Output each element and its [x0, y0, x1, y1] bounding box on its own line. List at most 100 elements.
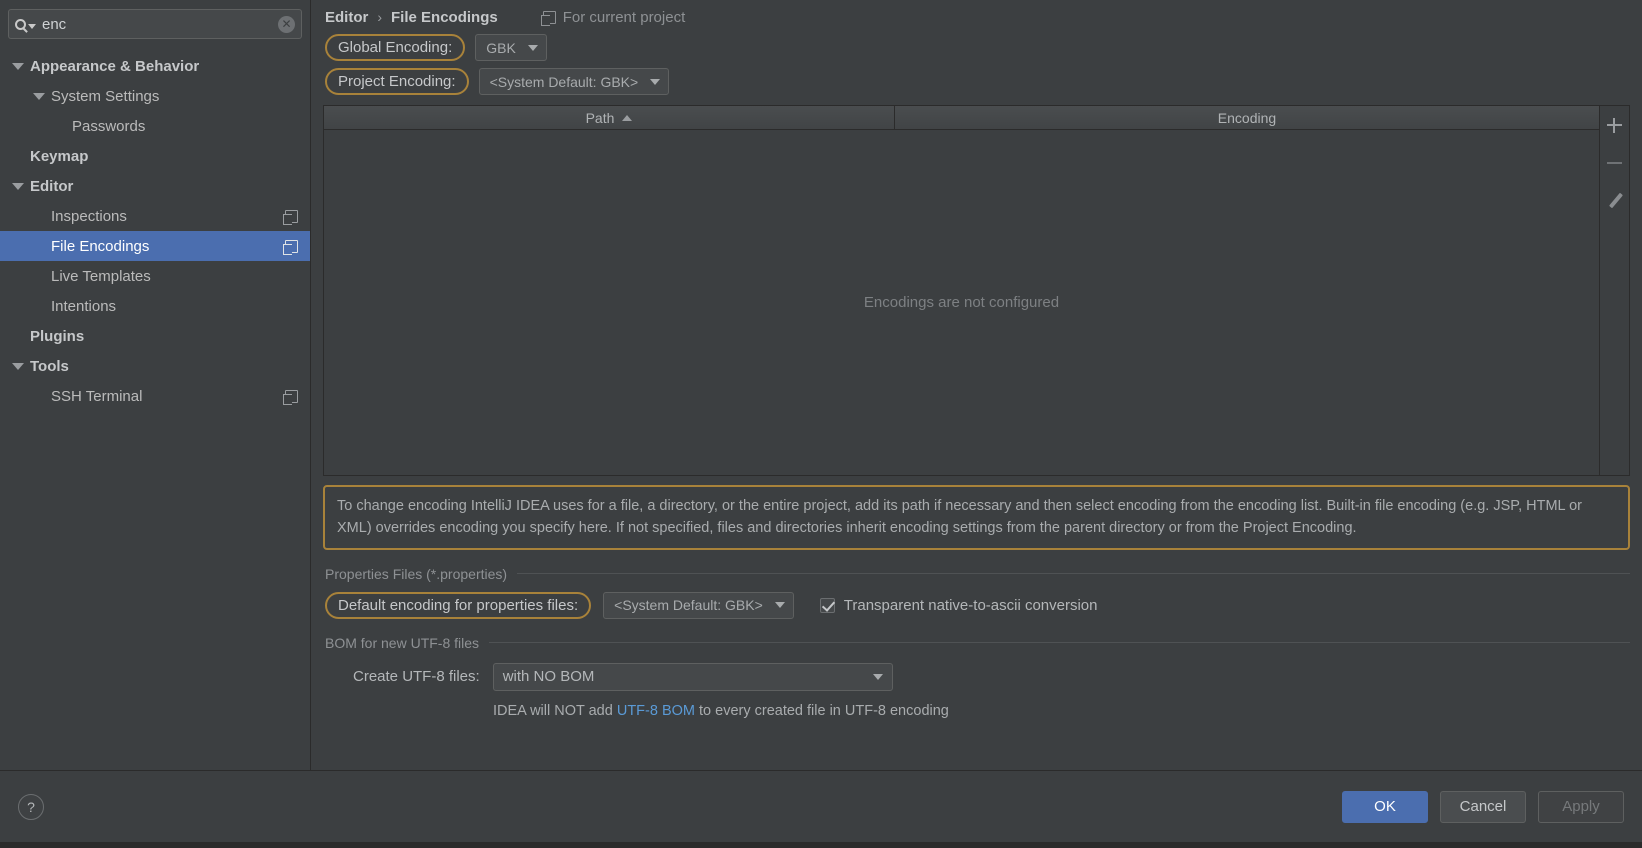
utf8-bom-link[interactable]: UTF-8 BOM	[617, 703, 695, 719]
scope-indicator: For current project	[540, 8, 686, 26]
sidebar-item-ssh-terminal[interactable]: SSH Terminal	[0, 381, 310, 411]
default-properties-encoding-dropdown[interactable]: <System Default: GBK>	[603, 591, 794, 619]
chevron-down-icon	[650, 78, 661, 85]
create-utf8-row: Create UTF-8 files: with NO BOM	[325, 662, 1630, 691]
expand-triangle-icon[interactable]	[33, 92, 45, 100]
transparent-native-to-ascii-label: Transparent native-to-ascii conversion	[843, 596, 1098, 614]
breadcrumb-separator-icon: ›	[377, 9, 383, 25]
project-encoding-row: Project Encoding: <System Default: GBK>	[323, 68, 1630, 95]
encoding-info-panel: To change encoding IntelliJ IDEA uses fo…	[323, 485, 1630, 550]
ok-button[interactable]: OK	[1342, 790, 1428, 823]
settings-sidebar: enc ✕ Appearance & Behavior System Settin…	[0, 0, 311, 770]
pencil-icon	[1607, 193, 1623, 209]
bom-section-label: BOM for new UTF-8 files	[325, 634, 480, 651]
sidebar-item-label: Inspections	[51, 207, 127, 225]
settings-dialog: enc ✕ Appearance & Behavior System Settin…	[0, 0, 1642, 848]
sidebar-item-label: SSH Terminal	[51, 387, 143, 405]
table-body[interactable]: Encodings are not configured	[324, 130, 1599, 475]
search-icon[interactable]	[15, 18, 36, 30]
create-utf8-label: Create UTF-8 files:	[353, 668, 480, 686]
sidebar-item-label: Editor	[30, 177, 74, 195]
sidebar-item-editor[interactable]: Editor	[0, 171, 310, 201]
global-encoding-dropdown[interactable]: GBK	[475, 34, 548, 61]
column-header-encoding-label: Encoding	[1217, 109, 1277, 126]
project-encoding-label: Project Encoding:	[325, 68, 469, 95]
minus-icon	[1607, 162, 1622, 164]
global-encoding-row: Global Encoding: GBK	[323, 34, 1630, 61]
project-scope-icon	[283, 239, 298, 255]
bom-section: BOM for new UTF-8 files Create UTF-8 fil…	[323, 635, 1630, 719]
project-encoding-value: <System Default: GBK>	[489, 73, 639, 90]
column-header-path[interactable]: Path	[324, 106, 895, 129]
bom-note-suffix: to every created file in UTF-8 encoding	[694, 702, 949, 719]
bom-note-prefix: IDEA will NOT add	[493, 702, 617, 719]
transparent-native-to-ascii-checkbox[interactable]: Transparent native-to-ascii conversion	[819, 596, 1098, 614]
sidebar-item-plugins[interactable]: Plugins	[0, 321, 310, 351]
global-encoding-value: GBK	[486, 39, 516, 56]
sort-ascending-icon	[622, 114, 633, 121]
properties-files-section: Properties Files (*.properties) Default …	[323, 566, 1630, 619]
magnifier-icon	[15, 18, 26, 30]
expand-triangle-icon[interactable]	[12, 62, 24, 70]
encodings-table: Path Encoding Encodings are not configur…	[323, 105, 1600, 476]
section-divider	[489, 642, 1630, 644]
expand-triangle-icon[interactable]	[12, 362, 24, 370]
bom-section-title: BOM for new UTF-8 files	[325, 635, 1630, 651]
sidebar-item-label: Live Templates	[51, 267, 151, 285]
chevron-down-icon	[528, 44, 539, 51]
section-divider	[517, 573, 1630, 575]
scope-label: For current project	[562, 8, 686, 26]
chevron-down-icon	[872, 673, 883, 680]
column-header-path-label: Path	[585, 109, 615, 126]
sidebar-item-inspections[interactable]: Inspections	[0, 201, 310, 231]
sidebar-item-keymap[interactable]: Keymap	[0, 141, 310, 171]
sidebar-item-system-settings[interactable]: System Settings	[0, 81, 310, 111]
help-button[interactable]: ?	[18, 793, 44, 820]
sidebar-item-passwords[interactable]: Passwords	[0, 111, 310, 141]
chevron-down-icon	[28, 23, 36, 29]
settings-content: Editor › File Encodings For current proj…	[311, 0, 1642, 770]
sidebar-item-label: Keymap	[30, 147, 89, 165]
sidebar-item-appearance-behavior[interactable]: Appearance & Behavior	[0, 51, 310, 81]
table-empty-message: Encodings are not configured	[863, 294, 1060, 311]
default-properties-encoding-label: Default encoding for properties files:	[325, 591, 592, 619]
column-header-encoding[interactable]: Encoding	[895, 106, 1599, 129]
settings-tree[interactable]: Appearance & Behavior System Settings Pass…	[0, 45, 310, 770]
create-utf8-dropdown[interactable]: with NO BOM	[492, 662, 893, 691]
apply-button[interactable]: Apply	[1538, 790, 1624, 823]
add-row-button[interactable]	[1604, 114, 1626, 136]
remove-row-button[interactable]	[1604, 152, 1626, 174]
sidebar-item-file-encodings[interactable]: File Encodings	[0, 231, 310, 261]
search-input[interactable]: enc ✕	[8, 9, 302, 39]
checkbox-check-icon	[819, 597, 835, 613]
sidebar-item-intentions[interactable]: Intentions	[0, 291, 310, 321]
sidebar-item-live-templates[interactable]: Live Templates	[0, 261, 310, 291]
clear-search-icon[interactable]: ✕	[278, 15, 295, 33]
breadcrumb-parent[interactable]: Editor	[325, 9, 368, 26]
project-scope-icon	[540, 10, 556, 26]
sidebar-item-label: Appearance & Behavior	[30, 57, 200, 75]
plus-icon	[1607, 117, 1622, 133]
properties-files-row: Default encoding for properties files: <…	[325, 591, 1630, 619]
encodings-table-area: Path Encoding Encodings are not configur…	[323, 105, 1630, 476]
table-toolbar	[1600, 105, 1630, 476]
sidebar-item-tools[interactable]: Tools	[0, 351, 310, 381]
sidebar-item-label: Plugins	[30, 327, 85, 345]
page-title: File Encodings	[391, 8, 498, 26]
bom-note: IDEA will NOT add UTF-8 BOM to every cre…	[325, 703, 1630, 719]
sidebar-item-label: File Encodings	[51, 237, 150, 255]
search-input-value: enc	[42, 15, 67, 33]
project-scope-icon	[283, 209, 298, 225]
project-encoding-dropdown[interactable]: <System Default: GBK>	[478, 68, 670, 95]
cancel-button[interactable]: Cancel	[1440, 790, 1526, 823]
edit-row-button[interactable]	[1604, 190, 1626, 212]
expand-triangle-icon[interactable]	[12, 182, 24, 190]
properties-files-section-label: Properties Files (*.properties)	[325, 565, 508, 582]
global-encoding-label: Global Encoding:	[325, 34, 466, 61]
dialog-body: enc ✕ Appearance & Behavior System Settin…	[0, 0, 1642, 770]
